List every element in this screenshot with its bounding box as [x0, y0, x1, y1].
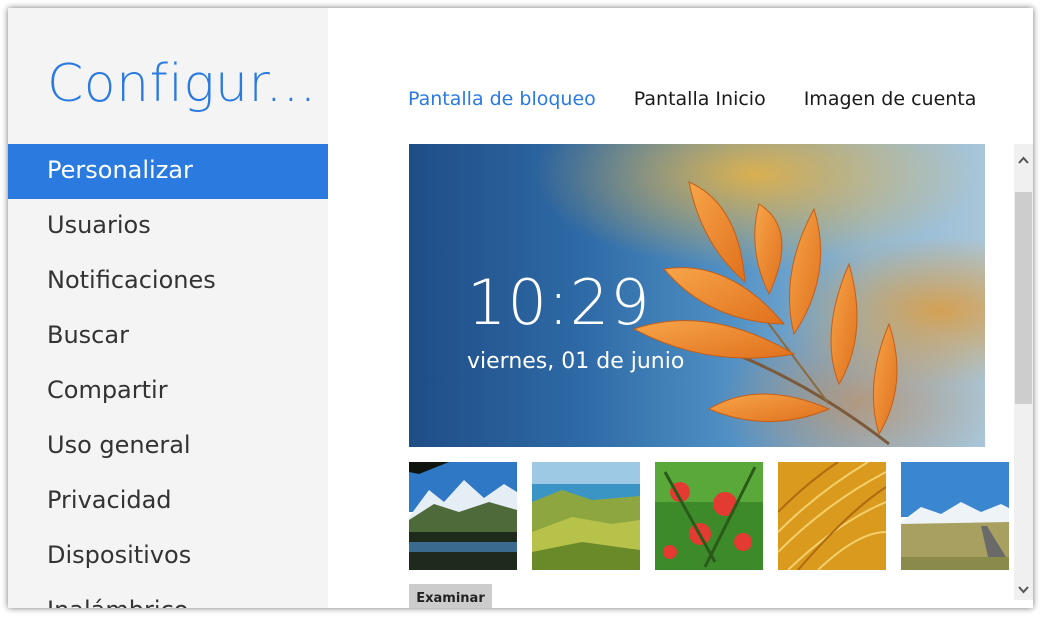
- sidebar-item-uso-general[interactable]: Uso general: [8, 419, 328, 474]
- sidebar-item-buscar[interactable]: Buscar: [8, 309, 328, 364]
- thumbnail-golden-grass[interactable]: [778, 462, 886, 570]
- tab-bar: Pantalla de bloqueo Pantalla Inicio Imag…: [408, 88, 976, 110]
- background-thumbnails: [409, 462, 1009, 570]
- scrollbar-thumb[interactable]: [1015, 192, 1032, 404]
- browse-button[interactable]: Examinar: [409, 584, 492, 608]
- lock-screen-preview: 10:29 viernes, 01 de junio: [409, 144, 985, 447]
- sidebar-item-dispositivos[interactable]: Dispositivos: [8, 529, 328, 584]
- thumbnail-mountain-lake[interactable]: [409, 462, 517, 570]
- thumbnail-red-flowers[interactable]: [655, 462, 763, 570]
- sidebar-nav: Personalizar Usuarios Notificaciones Bus…: [8, 144, 328, 608]
- tab-lock-screen[interactable]: Pantalla de bloqueo: [408, 88, 596, 110]
- chevron-up-icon[interactable]: [1014, 152, 1033, 170]
- tab-start-screen[interactable]: Pantalla Inicio: [634, 88, 766, 110]
- sidebar: Configur... Personalizar Usuarios Notifi…: [8, 8, 328, 608]
- thumbnail-green-hills[interactable]: [532, 462, 640, 570]
- sidebar-item-inalambrico[interactable]: Inalámbrico: [8, 584, 328, 608]
- sidebar-item-compartir[interactable]: Compartir: [8, 364, 328, 419]
- sidebar-item-usuarios[interactable]: Usuarios: [8, 199, 328, 254]
- lock-screen-time: 10:29: [467, 266, 651, 339]
- chevron-down-icon[interactable]: [1014, 580, 1033, 598]
- vertical-scrollbar[interactable]: [1014, 144, 1033, 600]
- main-panel: Pantalla de bloqueo Pantalla Inicio Imag…: [328, 8, 1033, 608]
- sidebar-item-privacidad[interactable]: Privacidad: [8, 474, 328, 529]
- sidebar-item-personalizar[interactable]: Personalizar: [8, 144, 328, 199]
- thumbnail-mountain-road[interactable]: [901, 462, 1009, 570]
- sidebar-item-notificaciones[interactable]: Notificaciones: [8, 254, 328, 309]
- page-title: Configur...: [47, 54, 317, 114]
- tab-account-picture[interactable]: Imagen de cuenta: [804, 88, 977, 110]
- settings-window: Configur... Personalizar Usuarios Notifi…: [8, 8, 1033, 608]
- lock-screen-date: viernes, 01 de junio: [467, 349, 685, 374]
